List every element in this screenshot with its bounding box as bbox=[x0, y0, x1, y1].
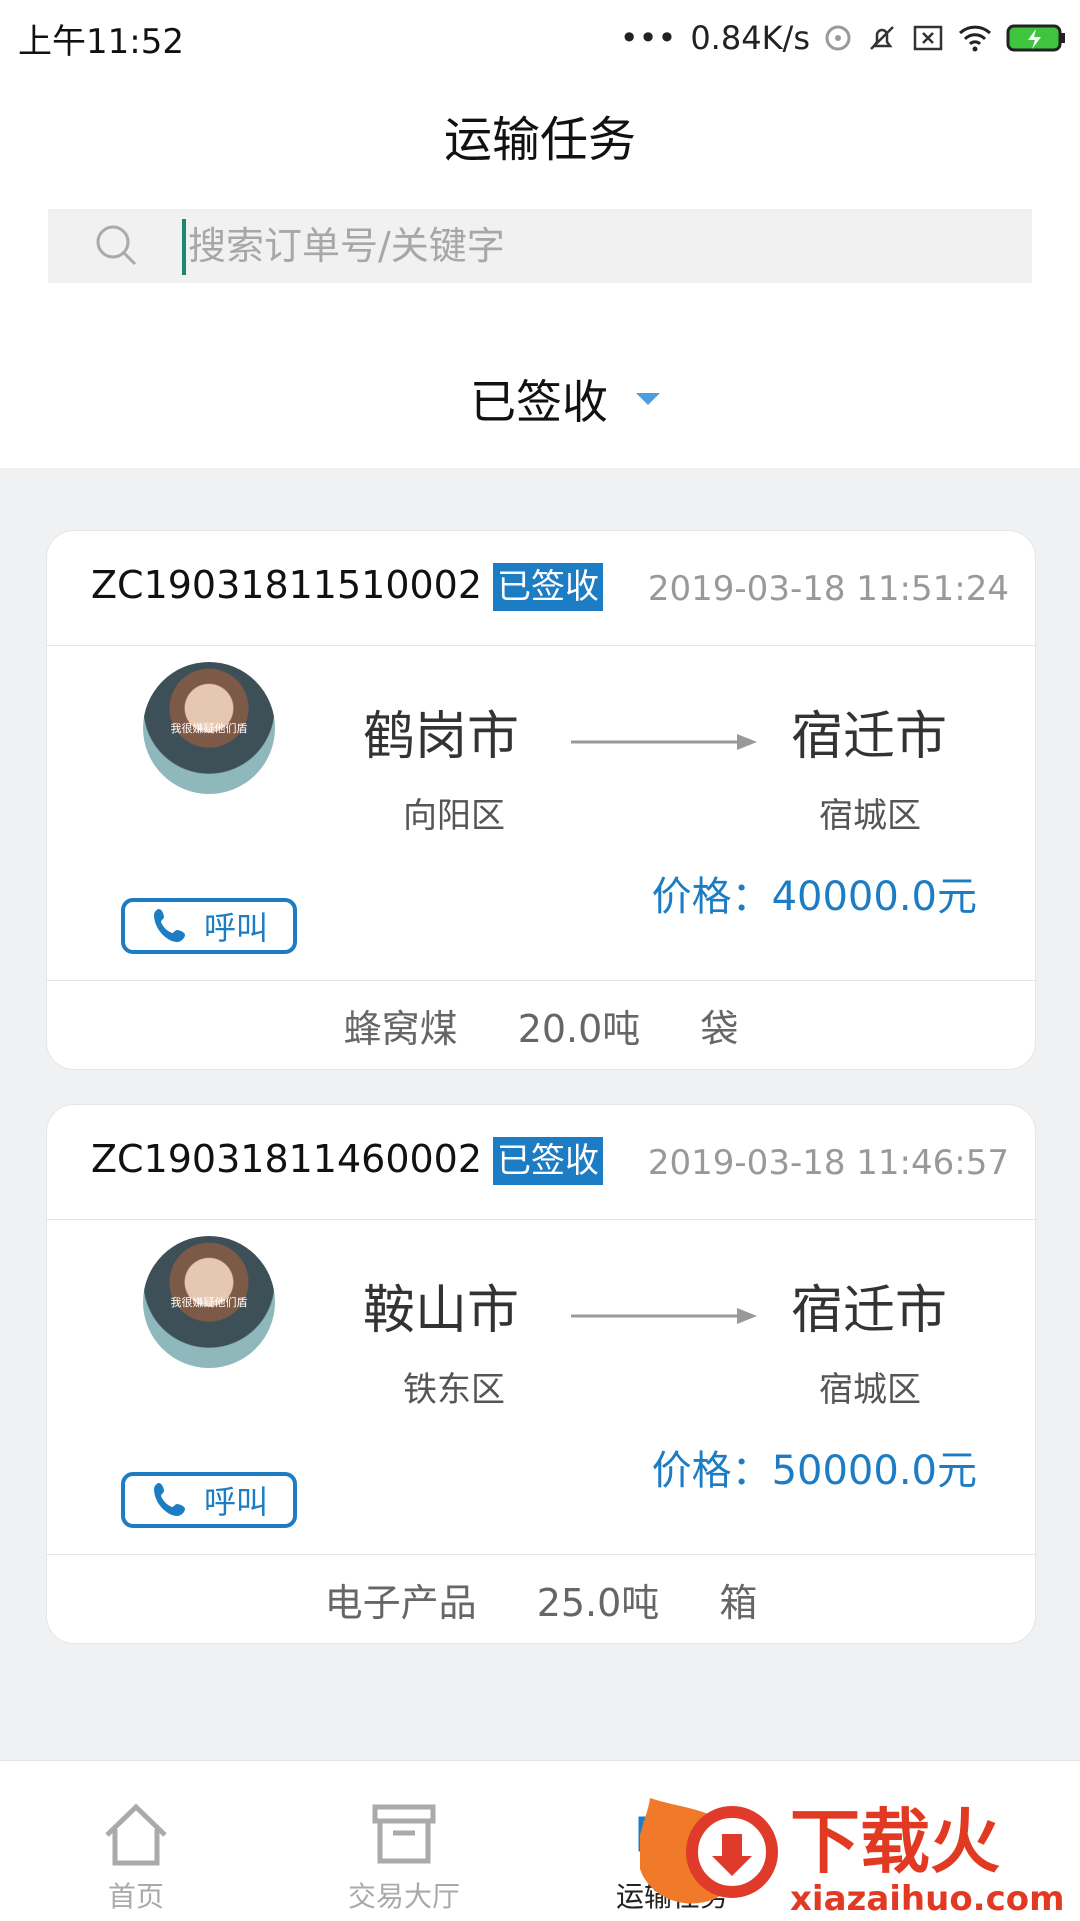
cargo-package: 袋 bbox=[700, 1006, 739, 1051]
watermark-logo: 下载火 xiazaihuo.com bbox=[640, 1798, 1065, 1919]
sim-x-icon bbox=[913, 25, 943, 51]
cargo-name: 电子产品 bbox=[324, 1580, 477, 1625]
chevron-down-icon bbox=[636, 393, 660, 405]
order-price: 价格：50000.0元 bbox=[651, 1448, 977, 1494]
more-dots-icon: ••• bbox=[619, 19, 677, 57]
order-card-body: 我很嫌疑他们盾 鞍山市 铁东区 宿迁市 宿城区 价格：50000.0元 呼叫 bbox=[47, 1220, 1035, 1555]
home-icon bbox=[105, 1803, 167, 1866]
origin-city: 鞍山市 bbox=[363, 1281, 520, 1341]
wifi-icon bbox=[958, 25, 992, 52]
tab-trading-hall-label: 交易大厅 bbox=[347, 1880, 460, 1913]
status-time: 上午11:52 bbox=[18, 22, 184, 62]
status-bar: 上午11:52 ••• 0.84K/s bbox=[0, 0, 1080, 76]
destination-city: 宿迁市 bbox=[791, 707, 948, 767]
cargo-package: 箱 bbox=[719, 1580, 758, 1625]
destination-district: 宿城区 bbox=[819, 1370, 921, 1410]
order-price: 价格：40000.0元 bbox=[651, 874, 977, 920]
search-input[interactable] bbox=[188, 209, 988, 283]
origin-district: 向阳区 bbox=[403, 796, 505, 836]
call-button-label: 呼叫 bbox=[203, 909, 268, 947]
call-button-label: 呼叫 bbox=[203, 1483, 268, 1521]
mute-bell-icon bbox=[870, 26, 894, 50]
hotspot-icon bbox=[825, 25, 851, 51]
order-time: 2019-03-18 11:51:24 bbox=[647, 569, 1009, 609]
status-icons: ••• 0.84K/s bbox=[620, 14, 1066, 62]
origin-district: 铁东区 bbox=[403, 1370, 505, 1410]
avatar: 我很嫌疑他们盾 bbox=[143, 662, 275, 794]
header: 运输任务 已签收 bbox=[0, 76, 1080, 468]
search-icon bbox=[96, 225, 137, 266]
order-number: ZC19031811510002 bbox=[91, 563, 483, 607]
destination-city: 宿迁市 bbox=[791, 1281, 948, 1341]
search-bar[interactable] bbox=[48, 209, 1032, 283]
destination-district: 宿城区 bbox=[819, 796, 921, 836]
phone-icon bbox=[153, 1483, 185, 1516]
route-arrow-icon bbox=[571, 734, 757, 750]
order-card[interactable]: ZC19031811510002 已签收 2019-03-18 11:51:24… bbox=[46, 530, 1036, 1070]
call-button[interactable]: 呼叫 bbox=[121, 1472, 297, 1528]
tab-home[interactable]: 首页 bbox=[36, 1801, 236, 1915]
cargo-weight: 20.0吨 bbox=[517, 1006, 641, 1051]
watermark-url: xiazaihuo.com bbox=[790, 1879, 1065, 1919]
status-badge: 已签收 bbox=[493, 563, 603, 611]
order-card-header: ZC19031811510002 已签收 2019-03-18 11:51:24 bbox=[47, 531, 1035, 646]
tab-home-label: 首页 bbox=[107, 1880, 164, 1913]
route-arrow-icon bbox=[571, 1308, 757, 1324]
status-filter-label: 已签收 bbox=[470, 375, 608, 429]
order-card[interactable]: ZC19031811460002 已签收 2019-03-18 11:46:57… bbox=[46, 1104, 1036, 1644]
cargo-weight: 25.0吨 bbox=[536, 1580, 660, 1625]
order-time: 2019-03-18 11:46:57 bbox=[647, 1143, 1009, 1183]
order-number: ZC19031811460002 bbox=[91, 1137, 483, 1181]
origin-city: 鹤岗市 bbox=[363, 707, 520, 767]
cargo-name: 蜂窝煤 bbox=[343, 1006, 458, 1051]
watermark-brand: 下载火 bbox=[790, 1801, 1000, 1883]
avatar: 我很嫌疑他们盾 bbox=[143, 1236, 275, 1368]
network-speed: 0.84K/s bbox=[690, 19, 810, 57]
avatar-caption: 我很嫌疑他们盾 bbox=[170, 722, 248, 735]
status-badge: 已签收 bbox=[493, 1137, 603, 1185]
text-cursor bbox=[182, 219, 186, 275]
page-title: 运输任务 bbox=[443, 112, 636, 168]
avatar-caption: 我很嫌疑他们盾 bbox=[170, 1296, 248, 1309]
call-button[interactable]: 呼叫 bbox=[121, 898, 297, 954]
order-card-footer: 电子产品 25.0吨 箱 bbox=[47, 1555, 1035, 1643]
phone-icon bbox=[153, 909, 185, 942]
tab-trading-hall[interactable]: 交易大厅 bbox=[304, 1801, 504, 1915]
status-filter-dropdown[interactable]: 已签收 bbox=[470, 366, 660, 432]
box-icon bbox=[372, 1804, 436, 1864]
order-card-header: ZC19031811460002 已签收 2019-03-18 11:46:57 bbox=[47, 1105, 1035, 1220]
order-card-footer: 蜂窝煤 20.0吨 袋 bbox=[47, 981, 1035, 1069]
order-card-body: 我很嫌疑他们盾 鹤岗市 向阳区 宿迁市 宿城区 价格：40000.0元 呼叫 bbox=[47, 646, 1035, 981]
battery-icon bbox=[1006, 24, 1065, 52]
